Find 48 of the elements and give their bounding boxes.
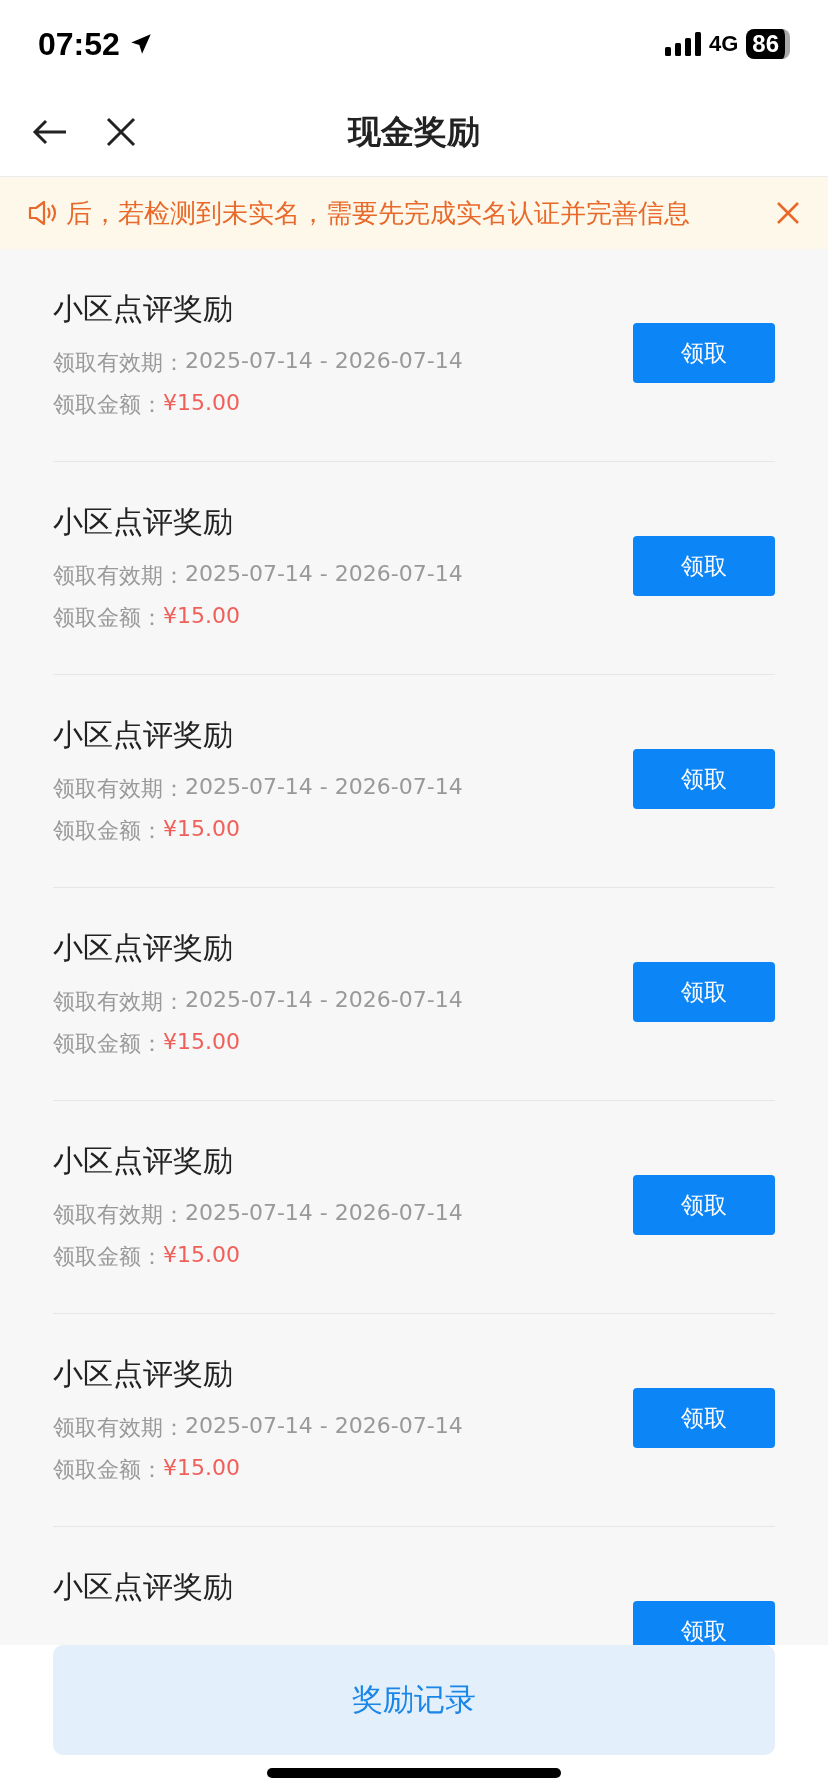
reward-title: 小区点评奖励 [53, 929, 234, 967]
validity-label: 领取有效期： [53, 775, 185, 803]
amount-label: 领取金额： [53, 1030, 163, 1058]
validity-dates: 2025-07-14 - 2026-07-14 [185, 1200, 463, 1227]
claim-button[interactable]: 领取 [633, 1388, 775, 1448]
signal-icon [664, 32, 701, 56]
reward-title: 小区点评奖励 [53, 290, 234, 328]
status-time: 07:52 [38, 25, 120, 63]
validity-label: 领取有效期： [53, 1414, 185, 1442]
reward-title: 小区点评奖励 [53, 1568, 233, 1606]
validity-label: 领取有效期： [53, 1201, 185, 1229]
validity-dates: 2025-07-14 - 2026-07-14 [185, 774, 463, 801]
claim-button[interactable]: 领取 [633, 323, 775, 383]
amount-label: 领取金额： [53, 817, 163, 845]
amount-value: ¥15.00 [163, 816, 240, 843]
claim-button[interactable]: 领取 [633, 962, 775, 1022]
claim-button[interactable]: 领取 [633, 536, 775, 596]
amount-value: ¥15.00 [163, 1455, 240, 1482]
battery-indicator: 86 [746, 29, 790, 59]
page-title: 现金奖励 [348, 110, 480, 153]
network-label: 4G [708, 31, 739, 57]
reward-title: 小区点评奖励 [53, 1142, 234, 1180]
claim-button[interactable]: 领取 [633, 749, 775, 809]
reward-records-button[interactable]: 奖励记录 [53, 1645, 775, 1755]
amount-value: ¥15.00 [163, 390, 240, 417]
validity-dates: 2025-07-14 - 2026-07-14 [185, 561, 463, 588]
validity-dates: 2025-07-14 - 2026-07-14 [185, 987, 463, 1014]
validity-dates: 2025-07-14 - 2026-07-14 [185, 348, 463, 375]
reward-title: 小区点评奖励 [53, 716, 234, 754]
amount-value: ¥15.00 [163, 603, 240, 630]
close-icon[interactable] [106, 117, 136, 147]
reward-title: 小区点评奖励 [53, 503, 234, 541]
amount-label: 领取金额： [53, 1456, 163, 1484]
validity-label: 领取有效期： [53, 562, 185, 590]
reward-title: 小区点评奖励 [53, 1355, 234, 1393]
amount-label: 领取金额： [53, 604, 163, 632]
notice-text: 后，若检测到未实名，需要先完成实名认证并完善信息 [66, 196, 691, 230]
amount-value: ¥15.00 [163, 1242, 240, 1269]
claim-button[interactable]: 领取 [633, 1175, 775, 1235]
amount-label: 领取金额： [53, 1243, 163, 1271]
validity-label: 领取有效期： [53, 988, 185, 1016]
validity-dates: 2025-07-14 - 2026-07-14 [185, 1413, 463, 1440]
amount-label: 领取金额： [53, 391, 163, 419]
speaker-icon [28, 199, 58, 227]
back-icon[interactable] [32, 118, 68, 146]
claim-button[interactable]: 领取 [633, 1601, 775, 1645]
validity-label: 领取有效期： [53, 349, 185, 377]
amount-value: ¥15.00 [163, 1029, 240, 1056]
